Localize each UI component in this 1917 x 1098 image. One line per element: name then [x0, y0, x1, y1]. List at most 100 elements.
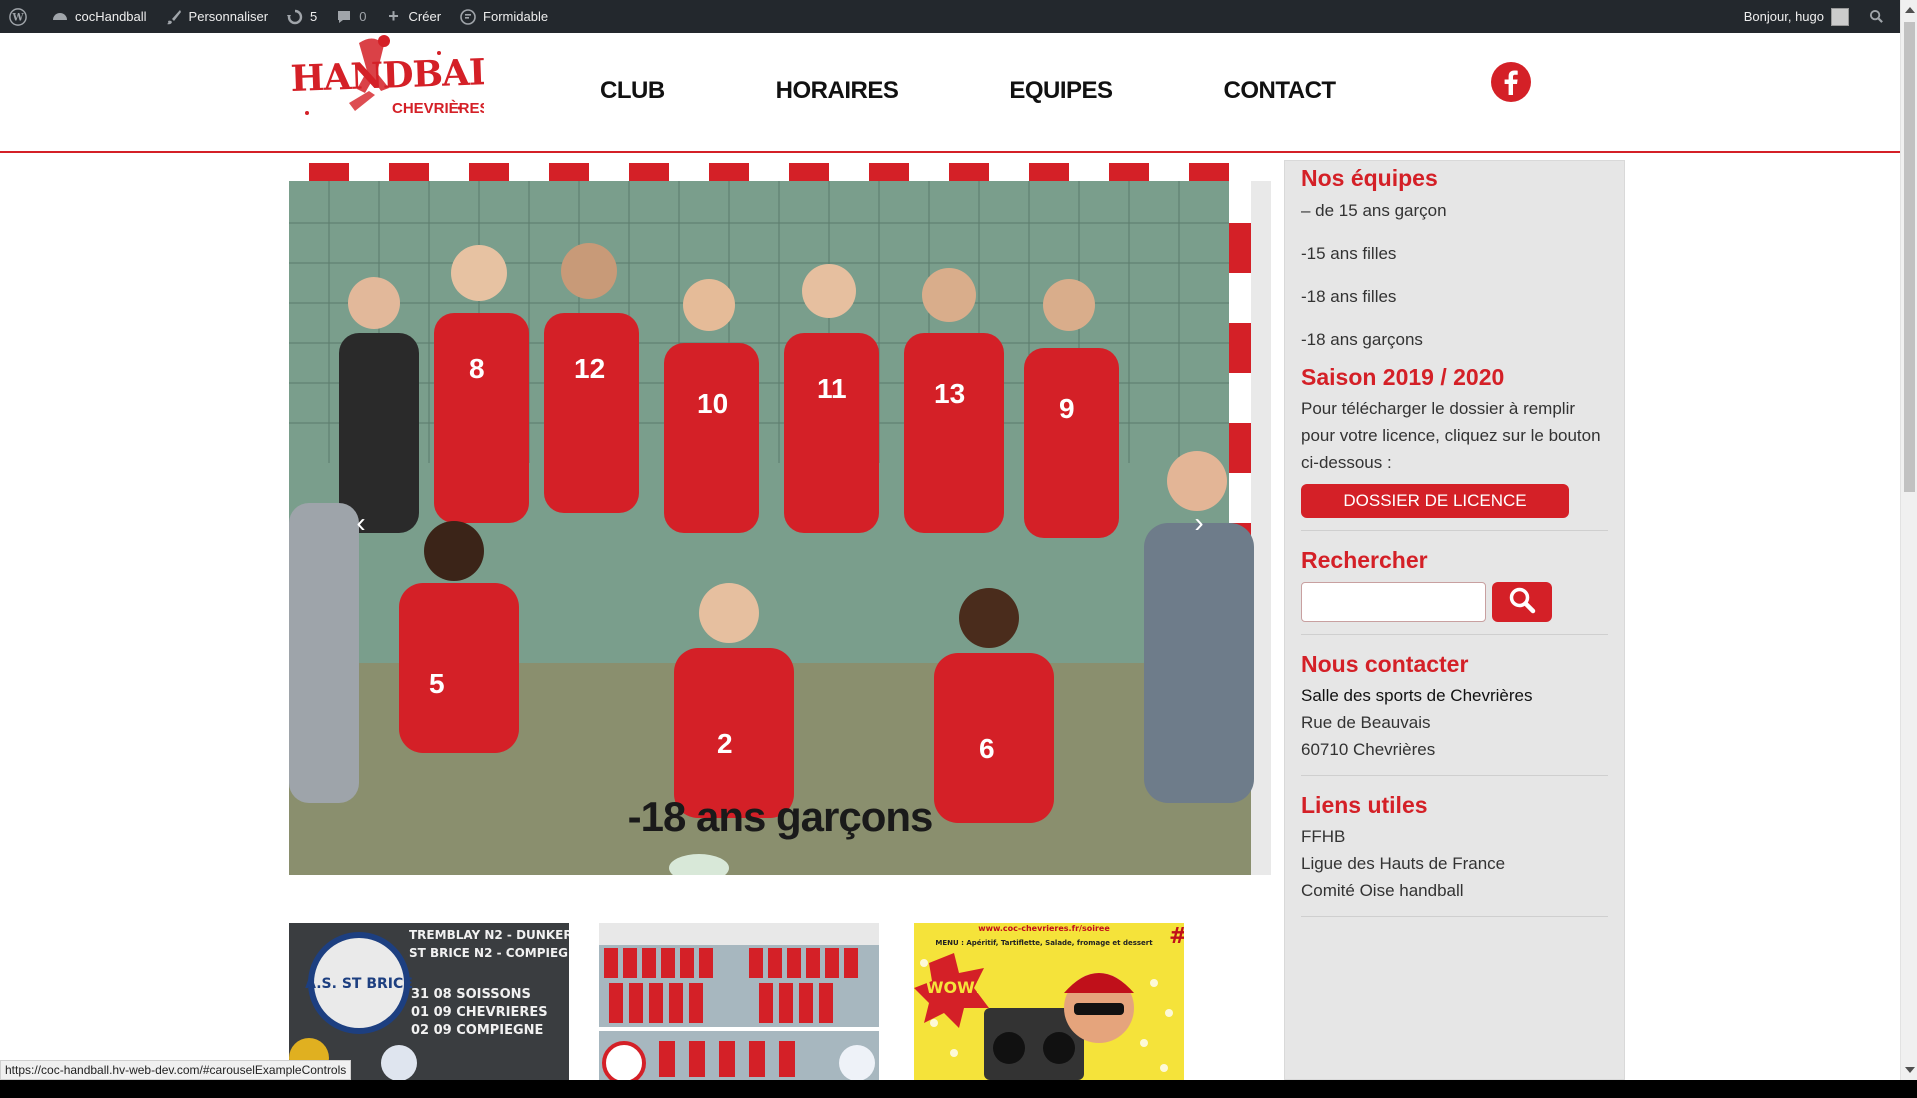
divider [1301, 530, 1608, 531]
avatar [1831, 7, 1849, 26]
team-link[interactable]: -18 ans filles [1301, 286, 1608, 307]
nav-club[interactable]: CLUB [600, 77, 665, 105]
svg-text:10: 10 [697, 388, 728, 419]
sidebar: Nos équipes – de 15 ans garçon -15 ans f… [1284, 160, 1625, 1080]
poster-badge: A.S. ST BRICE [305, 976, 413, 992]
contact-city: 60710 Chevrières [1301, 740, 1436, 759]
nav-contact[interactable]: CONTACT [1224, 77, 1337, 105]
wordpress-icon: W [9, 7, 27, 26]
updates-count: 5 [310, 9, 318, 24]
poster-line-2: ST BRICE N2 - COMPIEGN [409, 946, 569, 960]
greeting-label: Bonjour, hugo [1743, 9, 1824, 24]
links-title: Liens utiles [1301, 792, 1428, 818]
comments-count: 0 [359, 9, 367, 24]
hero-carousel: 8 12 10 11 13 9 5 2 6 -18 ans garçons ‹ › [289, 163, 1271, 875]
contact-title: Nous contacter [1301, 651, 1469, 677]
divider [1301, 916, 1608, 917]
home-gauge-icon [51, 8, 69, 26]
licence-download-button[interactable]: DOSSIER DE LICENCE [1301, 484, 1569, 518]
customize-link[interactable]: Personnaliser [156, 0, 278, 33]
season-title: Saison 2019 / 2020 [1301, 364, 1505, 390]
scrollbar-thumb[interactable] [1904, 22, 1915, 492]
formidable-link[interactable]: Formidable [450, 0, 557, 33]
carousel-next-button[interactable]: › [1179, 503, 1219, 543]
search-form [1301, 582, 1608, 622]
match-poster-image: A.S. ST BRICE TREMBLAY N2 - DUNKERQ ST B… [289, 923, 569, 1080]
party-wow: WOW! [926, 978, 982, 997]
vertical-scrollbar[interactable] [1900, 0, 1917, 1080]
main-nav: CLUB HORAIRES EQUIPES CONTACT [600, 77, 1447, 105]
svg-text:W: W [11, 12, 24, 23]
news-card-party[interactable]: www.coc-chevrieres.fr/soiree MENU : Apér… [914, 923, 1184, 1080]
party-menu: MENU : Apéritif, Tartiflette, Salade, fr… [935, 939, 1153, 947]
link-comite[interactable]: Comité Oise handball [1301, 877, 1608, 904]
contact-street: Rue de Beauvais [1301, 713, 1431, 732]
account-menu[interactable]: Bonjour, hugo [1735, 0, 1858, 33]
search-submit-button[interactable] [1492, 582, 1552, 622]
divider [1301, 775, 1608, 776]
create-label: Créer [408, 9, 442, 24]
admin-search-button[interactable] [1858, 0, 1900, 33]
customize-label: Personnaliser [188, 9, 269, 24]
season-text: Pour télécharger le dossier à remplir po… [1301, 399, 1601, 472]
svg-text:5: 5 [429, 668, 445, 699]
divider [1301, 634, 1608, 635]
logo-text-chevrieres: CHEVRIÈRES [392, 100, 484, 117]
team-group-image [599, 923, 879, 1080]
party-banner: www.coc-chevrieres.fr/soiree [978, 924, 1110, 933]
news-card-poster[interactable]: A.S. ST BRICE TREMBLAY N2 - DUNKERQ ST B… [289, 923, 569, 1080]
search-icon [1867, 8, 1885, 26]
facebook-icon[interactable] [1491, 62, 1531, 102]
site-logo[interactable]: HANDBALL CHEVRIÈRES [289, 33, 519, 128]
formidable-label: Formidable [483, 9, 549, 24]
link-ligue[interactable]: Ligue des Hauts de France [1301, 850, 1608, 877]
search-icon [1508, 586, 1536, 619]
updates-link[interactable]: 5 [277, 0, 326, 33]
nav-equipes[interactable]: EQUIPES [1009, 77, 1113, 105]
svg-text:8: 8 [469, 353, 485, 384]
screen-bottom-edge [0, 1080, 1917, 1098]
svg-text:6: 6 [979, 733, 995, 764]
chevron-left-icon: ‹ [356, 507, 366, 538]
teams-list: – de 15 ans garçon -15 ans filles -18 an… [1301, 200, 1608, 350]
plus-icon: + [388, 6, 399, 26]
contact-name: Salle des sports de Chevrières [1301, 686, 1533, 705]
svg-text:13: 13 [934, 378, 965, 409]
comments-link[interactable]: 0 [326, 0, 375, 33]
svg-text:9: 9 [1059, 393, 1075, 424]
team-link[interactable]: -18 ans garçons [1301, 329, 1608, 350]
brush-icon [165, 8, 183, 26]
link-ffhb[interactable]: FFHB [1301, 823, 1608, 850]
team-link[interactable]: – de 15 ans garçon [1301, 200, 1608, 221]
logo-text-handball: HANDBALL [290, 50, 484, 100]
team-link[interactable]: -15 ans filles [1301, 243, 1608, 264]
chevron-right-icon: › [1194, 507, 1204, 538]
search-title: Rechercher [1301, 547, 1428, 573]
poster-line-4: 01 09 CHEVRIERES [411, 1005, 548, 1020]
admin-bar: W cocHandball Personnaliser 5 0 + Créer … [0, 0, 1900, 33]
nav-horaires[interactable]: HORAIRES [776, 77, 899, 105]
poster-line-3: 31 08 SOISSONS [411, 987, 531, 1002]
news-card-team-photo[interactable] [599, 923, 879, 1080]
create-link[interactable]: + Créer [376, 0, 451, 33]
team-photo: 8 12 10 11 13 9 5 2 6 [289, 163, 1271, 875]
carousel-prev-button[interactable]: ‹ [341, 503, 381, 543]
svg-text:11: 11 [817, 373, 847, 404]
refresh-icon [286, 8, 304, 26]
search-input[interactable] [1301, 582, 1486, 622]
wordpress-logo-button[interactable]: W [0, 0, 42, 33]
scroll-down-icon[interactable] [1905, 1067, 1915, 1073]
formidable-icon [459, 8, 477, 26]
svg-text:#: # [1169, 924, 1184, 949]
poster-line-1: TREMBLAY N2 - DUNKERQ [409, 928, 569, 942]
comment-icon [335, 8, 353, 26]
poster-line-5: 02 09 COMPIEGNE [411, 1023, 543, 1038]
scroll-up-icon[interactable] [1905, 7, 1915, 13]
teams-title: Nos équipes [1301, 165, 1438, 191]
site-name-link[interactable]: cocHandball [42, 0, 156, 33]
status-bar-url: https://coc-handball.hv-web-dev.com/#car… [0, 1060, 352, 1080]
carousel-caption: -18 ans garçons [627, 793, 934, 840]
party-flyer-image: www.coc-chevrieres.fr/soiree MENU : Apér… [914, 923, 1184, 1080]
svg-text:12: 12 [574, 353, 605, 384]
svg-text:2: 2 [717, 728, 733, 759]
